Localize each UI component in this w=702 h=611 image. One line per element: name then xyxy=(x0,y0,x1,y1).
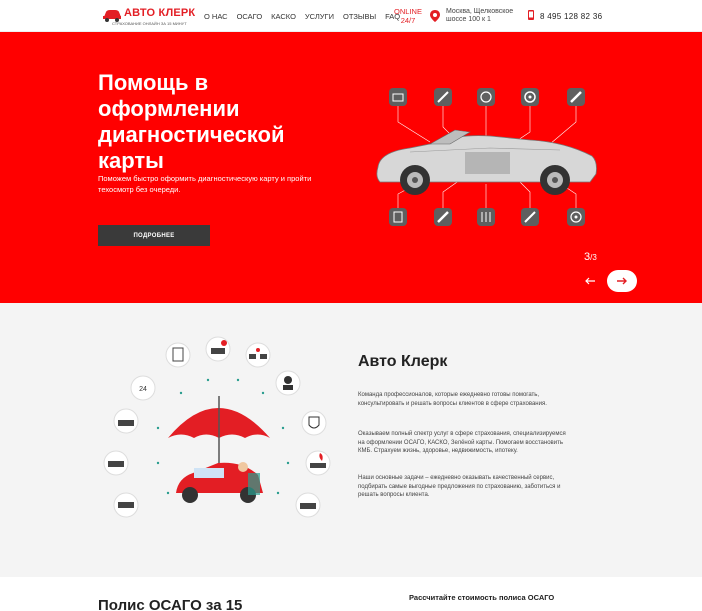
online-label: ONLINE xyxy=(394,7,422,16)
arrow-left-icon[interactable] xyxy=(584,275,596,287)
address: Москва, Щелковское шоссе 100 к 1 xyxy=(446,8,526,24)
hours-24-icon: 24 xyxy=(130,375,156,401)
nav-item-about[interactable]: О НАС xyxy=(204,12,228,21)
hero-title: Помощь в оформлении диагностической карт… xyxy=(98,70,285,173)
calculator-title: Рассчитайте стоимость полиса ОСАГО xyxy=(409,593,555,602)
nav-item-osago[interactable]: ОСАГО xyxy=(237,12,263,21)
address-line-1: Москва, Щелковское xyxy=(446,8,514,15)
slide-counter: 3/3 xyxy=(584,251,597,263)
car-flood-icon xyxy=(113,492,139,518)
thief-icon xyxy=(275,370,301,396)
spark-plug-icon xyxy=(567,88,585,106)
hero-text: Поможем быстро оформить диагностическую … xyxy=(98,174,312,194)
about-paragraph-3: Наши основные задачи – ежедневно оказыва… xyxy=(358,475,561,498)
phone-icon xyxy=(528,10,534,20)
next-slide-button[interactable] xyxy=(607,270,637,292)
main-nav: О НАС ОСАГО КАСКО УСЛУГИ ОТЗЫВЫ FAQ xyxy=(204,12,409,21)
insurance-umbrella-illustration: 24 xyxy=(103,336,331,518)
address-line-2: шоссе 100 к 1 xyxy=(446,16,491,23)
oil-filter-icon xyxy=(389,208,407,226)
car-damage-icon xyxy=(295,492,321,518)
phone-number[interactable]: 8 495 128 82 36 xyxy=(540,12,602,21)
steering-wheel-icon xyxy=(477,88,495,106)
about-paragraph-1: Команда профессионалов, которые ежедневн… xyxy=(358,392,547,407)
car-fire-icon xyxy=(305,450,331,476)
online-badge: ONLINE 24/7 xyxy=(393,7,423,25)
car-theft-icon xyxy=(113,408,139,434)
car-icon xyxy=(376,129,597,195)
logo-subtitle: СТРАХОВАНИЕ ОНЛАЙН ЗА 15 МИНУТ xyxy=(112,21,187,26)
badge-24: 24 xyxy=(139,386,147,393)
site-header: АВТО КЛЕРК СТРАХОВАНИЕ ОНЛАЙН ЗА 15 МИНУ… xyxy=(0,0,702,32)
logo-title: АВТО КЛЕРК xyxy=(124,7,196,19)
car-accident-icon xyxy=(103,450,129,476)
red-car-icon xyxy=(176,462,263,503)
location-pin-icon xyxy=(430,10,440,22)
arrow-right-icon xyxy=(617,277,627,285)
brake-disc-icon xyxy=(567,208,585,226)
document-icon xyxy=(165,342,191,368)
slide-total: /3 xyxy=(590,253,597,262)
nav-item-services[interactable]: УСЛУГИ xyxy=(305,12,334,21)
wheel-icon xyxy=(521,88,539,106)
osago-section: Полис ОСАГО за 15 Рассчитайте стоимость … xyxy=(0,577,702,611)
shield-icon xyxy=(301,410,327,436)
logo[interactable]: АВТО КЛЕРК СТРАХОВАНИЕ ОНЛАЙН ЗА 15 МИНУ… xyxy=(102,6,196,28)
spray-icon xyxy=(521,208,539,226)
nav-item-kasko[interactable]: КАСКО xyxy=(271,12,296,21)
toolbox-icon xyxy=(389,88,407,106)
about-paragraph-2: Оказываем полный спектр услуг в сфере ст… xyxy=(358,431,566,454)
nav-item-reviews[interactable]: ОТЗЫВЫ xyxy=(343,12,376,21)
car-logo-icon xyxy=(103,10,121,22)
more-button[interactable]: ПОДРОБНЕЕ xyxy=(98,225,210,246)
car-crash-icon xyxy=(245,342,271,368)
wrench-icon xyxy=(434,88,452,106)
hero-slider: Помощь в оформлении диагностической карт… xyxy=(0,32,702,303)
online-hours: 24/7 xyxy=(400,16,416,25)
shock-absorber-icon xyxy=(477,208,495,226)
car-diagnostics-illustration xyxy=(376,88,597,226)
osago-title: Полис ОСАГО за 15 xyxy=(98,597,243,611)
spark-plug-icon xyxy=(434,208,452,226)
about-section: 24 Авто Клерк Команда профессионалов, ко… xyxy=(0,303,702,577)
car-check-icon xyxy=(205,336,231,362)
about-title: Авто Клерк xyxy=(358,353,448,370)
